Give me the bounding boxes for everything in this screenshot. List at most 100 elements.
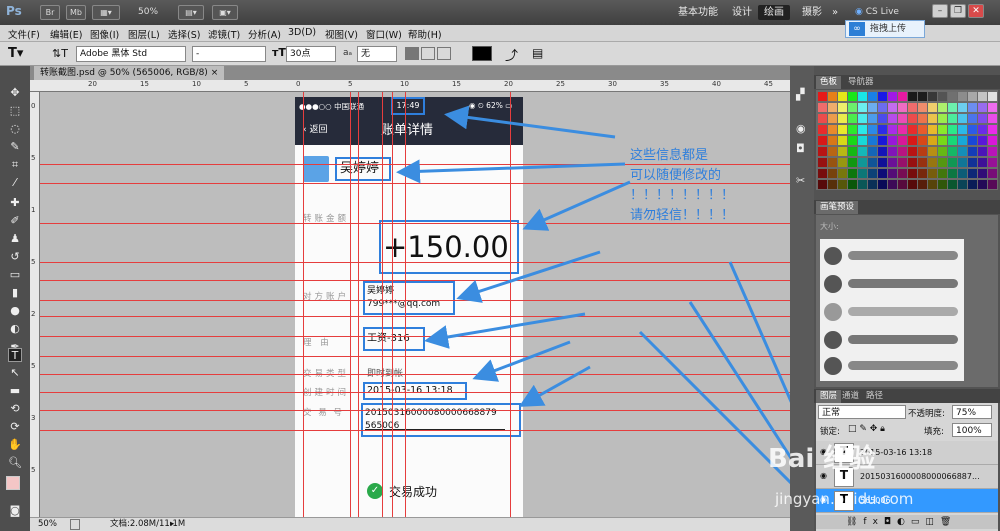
workspace-overflow[interactable]: » (826, 5, 844, 20)
color-swatch[interactable] (888, 147, 897, 156)
color-swatch[interactable] (968, 103, 977, 112)
color-swatch[interactable] (858, 92, 867, 101)
brush-list[interactable] (820, 239, 964, 381)
brush-tip[interactable] (824, 331, 842, 349)
color-swatch[interactable] (948, 180, 957, 189)
color-swatch[interactable] (888, 125, 897, 134)
status-menu-icon[interactable] (70, 519, 80, 530)
brush-tip[interactable] (824, 357, 842, 375)
color-swatch[interactable] (888, 158, 897, 167)
color-swatch[interactable] (918, 125, 927, 134)
brush-panel-icon[interactable]: ◉ (796, 122, 806, 135)
align-right-button[interactable] (437, 47, 451, 60)
color-swatch[interactable] (968, 92, 977, 101)
color-swatch[interactable] (878, 125, 887, 134)
3d-rotate-icon[interactable]: ⟲ (8, 402, 22, 416)
align-left-button[interactable] (405, 47, 419, 60)
font-size-select[interactable]: 30点 (286, 46, 336, 62)
gradient-tool-icon[interactable]: ▮ (8, 286, 22, 300)
canvas-area[interactable]: ●●●○○ 中国联通 17:49 ◉ ⏲ 62% ▭ ‹ 返回 账单详情 吴婷婷… (40, 92, 790, 517)
blend-mode-select[interactable]: 正常 (818, 405, 906, 419)
color-swatch[interactable] (948, 103, 957, 112)
layer-name[interactable]: 2015031600008000066887... (860, 472, 980, 481)
color-swatch[interactable] (868, 158, 877, 167)
color-swatch[interactable] (908, 125, 917, 134)
color-swatch[interactable] (868, 125, 877, 134)
color-swatch[interactable] (918, 92, 927, 101)
color-swatch[interactable] (978, 136, 987, 145)
color-swatch[interactable] (908, 158, 917, 167)
color-swatch[interactable] (818, 147, 827, 156)
blur-tool-icon[interactable]: ● (8, 304, 22, 318)
color-swatch[interactable] (838, 125, 847, 134)
tool-presets-icon[interactable]: ✂ (796, 174, 805, 187)
color-swatch[interactable] (948, 147, 957, 156)
color-swatch[interactable] (928, 92, 937, 101)
color-swatch[interactable] (928, 147, 937, 156)
color-swatch[interactable] (968, 158, 977, 167)
color-swatch[interactable] (988, 147, 997, 156)
color-swatch[interactable] (858, 147, 867, 156)
color-swatch[interactable] (868, 92, 877, 101)
color-swatch[interactable] (898, 169, 907, 178)
color-swatch[interactable] (978, 180, 987, 189)
color-swatch[interactable] (978, 92, 987, 101)
color-swatch[interactable] (978, 114, 987, 123)
clone-source-icon[interactable]: ◘ (796, 142, 805, 155)
color-swatch[interactable] (988, 169, 997, 178)
dodge-tool-icon[interactable]: ◐ (8, 322, 22, 336)
color-swatch[interactable] (938, 103, 947, 112)
hand-tool-icon[interactable]: ✋ (8, 438, 22, 452)
color-swatch[interactable] (888, 136, 897, 145)
menu-window[interactable]: 窗口(W) (366, 27, 402, 41)
color-swatch[interactable] (938, 114, 947, 123)
warp-text-icon[interactable]: ⤴ (505, 45, 518, 64)
color-swatch[interactable] (898, 147, 907, 156)
color-swatch[interactable] (938, 125, 947, 134)
menu-file[interactable]: 文件(F) (8, 27, 40, 41)
color-swatch[interactable] (978, 169, 987, 178)
color-swatch[interactable] (988, 125, 997, 134)
color-swatch[interactable] (888, 92, 897, 101)
color-swatch[interactable] (818, 92, 827, 101)
menu-help[interactable]: 帮助(H) (408, 27, 442, 41)
color-swatch[interactable] (958, 169, 967, 178)
document-tab[interactable]: 转账截图.psd @ 50% (565006, RGB/8) × (34, 66, 225, 80)
tab-paths[interactable]: 路径 (862, 390, 887, 403)
color-swatch[interactable] (848, 180, 857, 189)
color-swatch[interactable] (898, 92, 907, 101)
color-swatch[interactable] (928, 114, 937, 123)
color-swatch[interactable] (828, 158, 837, 167)
brush-tool-icon[interactable]: ✐ (8, 214, 22, 228)
color-swatch[interactable] (828, 169, 837, 178)
color-swatch[interactable] (918, 180, 927, 189)
color-swatch[interactable] (828, 114, 837, 123)
color-swatch[interactable] (828, 180, 837, 189)
color-swatch[interactable] (818, 125, 827, 134)
tab-navigator[interactable]: 导航器 (844, 76, 878, 89)
color-swatch[interactable] (818, 103, 827, 112)
tab-brush-presets[interactable]: 画笔预设 (816, 201, 859, 214)
workspace-photography[interactable]: 摄影 (796, 5, 828, 20)
color-swatch[interactable] (898, 136, 907, 145)
color-swatch[interactable] (938, 169, 947, 178)
crop-tool-icon[interactable]: ⌗ (8, 158, 22, 172)
color-swatch[interactable] (868, 147, 877, 156)
color-swatch[interactable] (858, 180, 867, 189)
color-swatch[interactable] (848, 103, 857, 112)
color-swatch[interactable] (878, 147, 887, 156)
brush-tip[interactable] (824, 275, 842, 293)
color-swatch[interactable] (848, 158, 857, 167)
color-swatch[interactable] (988, 158, 997, 167)
character-panel-icon[interactable]: ▤ (532, 46, 543, 60)
color-swatch[interactable] (928, 180, 937, 189)
menu-select[interactable]: 选择(S) (168, 27, 200, 41)
color-swatch[interactable] (838, 136, 847, 145)
color-swatch[interactable] (948, 92, 957, 101)
font-family-select[interactable]: Adobe 黑体 Std (76, 46, 186, 62)
status-arrow-icon[interactable]: ▸ (170, 518, 174, 531)
color-swatch[interactable] (988, 136, 997, 145)
color-swatch[interactable] (968, 180, 977, 189)
color-swatch[interactable] (908, 169, 917, 178)
color-swatch[interactable] (878, 169, 887, 178)
